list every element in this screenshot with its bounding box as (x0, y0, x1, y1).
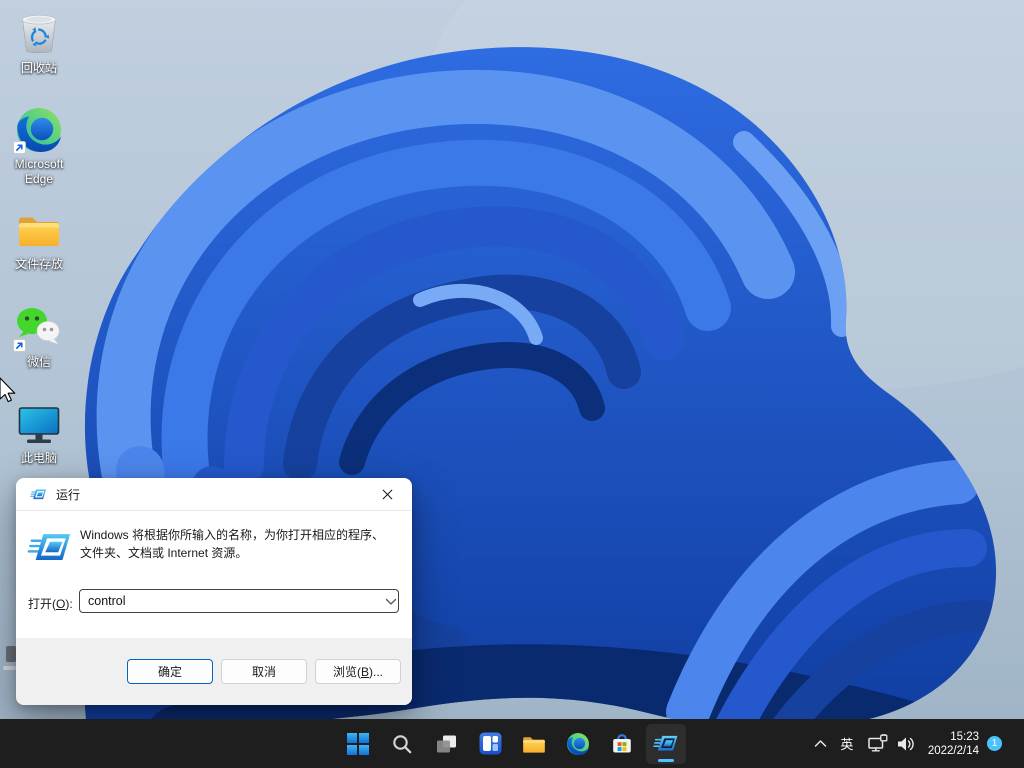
desktop-icon-microsoft-edge[interactable]: Microsoft Edge (7, 106, 71, 187)
desktop-icon-label: Microsoft Edge (7, 157, 71, 187)
ime-indicator[interactable]: 英 (836, 724, 858, 764)
task-view-icon (434, 732, 458, 756)
chevron-up-icon (813, 738, 828, 749)
partial-desktop-icon (3, 640, 16, 678)
run-icon (27, 531, 73, 564)
notification-badge[interactable]: 1 (987, 736, 1002, 751)
dialog-footer: 确定 取消 浏览(B)... (16, 638, 412, 705)
desktop-icon-this-pc[interactable]: 此电脑 (7, 400, 71, 466)
desktop: 回收站 Microsoft Edge (0, 0, 1024, 768)
ok-button[interactable]: 确定 (127, 659, 213, 684)
date: 2022/2/14 (928, 744, 979, 758)
folder-icon (7, 206, 71, 254)
clock[interactable]: 15:23 2022/2/14 (928, 730, 979, 758)
volume-button[interactable] (894, 724, 918, 764)
close-icon (382, 489, 393, 500)
network-button[interactable] (866, 724, 890, 764)
run-icon (653, 734, 679, 753)
dialog-body: Windows 将根据你所输入的名称，为你打开相应的程序、 文件夹、文档或 In… (16, 511, 412, 637)
store-button[interactable] (602, 724, 642, 764)
cancel-button[interactable]: 取消 (221, 659, 307, 684)
tray-chevron-button[interactable] (812, 724, 830, 764)
search-icon (390, 732, 414, 756)
desktop-icon-recycle-bin[interactable]: 回收站 (7, 10, 71, 76)
start-button[interactable] (338, 724, 378, 764)
description-line-1: Windows 将根据你所输入的名称，为你打开相应的程序、 (80, 527, 384, 545)
recycle-bin-icon (7, 10, 71, 58)
close-button[interactable] (370, 482, 404, 506)
edge-icon (7, 106, 71, 154)
edge-icon (566, 732, 590, 756)
dialog-title: 运行 (56, 486, 80, 503)
desktop-icon-wechat[interactable]: 微信 (7, 304, 71, 370)
file-explorer-button[interactable] (514, 724, 554, 764)
taskbar: 英 15:23 2022/2/14 1 (0, 719, 1024, 768)
windows-logo-icon (347, 733, 369, 755)
speaker-icon (896, 735, 916, 753)
run-icon (30, 488, 47, 501)
wechat-icon (7, 304, 71, 352)
file-explorer-icon (521, 731, 547, 757)
desktop-icon-label: 回收站 (7, 61, 71, 76)
shortcut-arrow-icon (13, 141, 26, 154)
browse-button[interactable]: 浏览(B)... (315, 659, 401, 684)
run-app-button[interactable] (646, 724, 686, 764)
ethernet-icon (867, 734, 888, 753)
mouse-cursor (0, 377, 17, 405)
run-dialog: 运行 Windows 将根据你所输入的名称，为你打开相应的程序、 文件夹、文档或… (16, 478, 412, 705)
description-line-2: 文件夹、文档或 Internet 资源。 (80, 545, 384, 563)
store-icon (610, 732, 634, 756)
desktop-icon-label: 微信 (7, 355, 71, 370)
run-command-input[interactable] (79, 589, 399, 613)
widgets-icon (479, 732, 502, 755)
desktop-icon-label: 此电脑 (7, 451, 71, 466)
desktop-icon-label: 文件存放 (7, 257, 71, 272)
monitor-icon (7, 400, 71, 448)
edge-button[interactable] (558, 724, 598, 764)
search-button[interactable] (382, 724, 422, 764)
desktop-icon-file-storage[interactable]: 文件存放 (7, 206, 71, 272)
dialog-description: Windows 将根据你所输入的名称，为你打开相应的程序、 文件夹、文档或 In… (80, 527, 384, 562)
shortcut-arrow-icon (13, 339, 26, 352)
open-label: 打开(O): (28, 595, 73, 612)
task-view-button[interactable] (426, 724, 466, 764)
dialog-titlebar[interactable]: 运行 (16, 478, 412, 511)
widgets-button[interactable] (470, 724, 510, 764)
time: 15:23 (928, 730, 979, 744)
